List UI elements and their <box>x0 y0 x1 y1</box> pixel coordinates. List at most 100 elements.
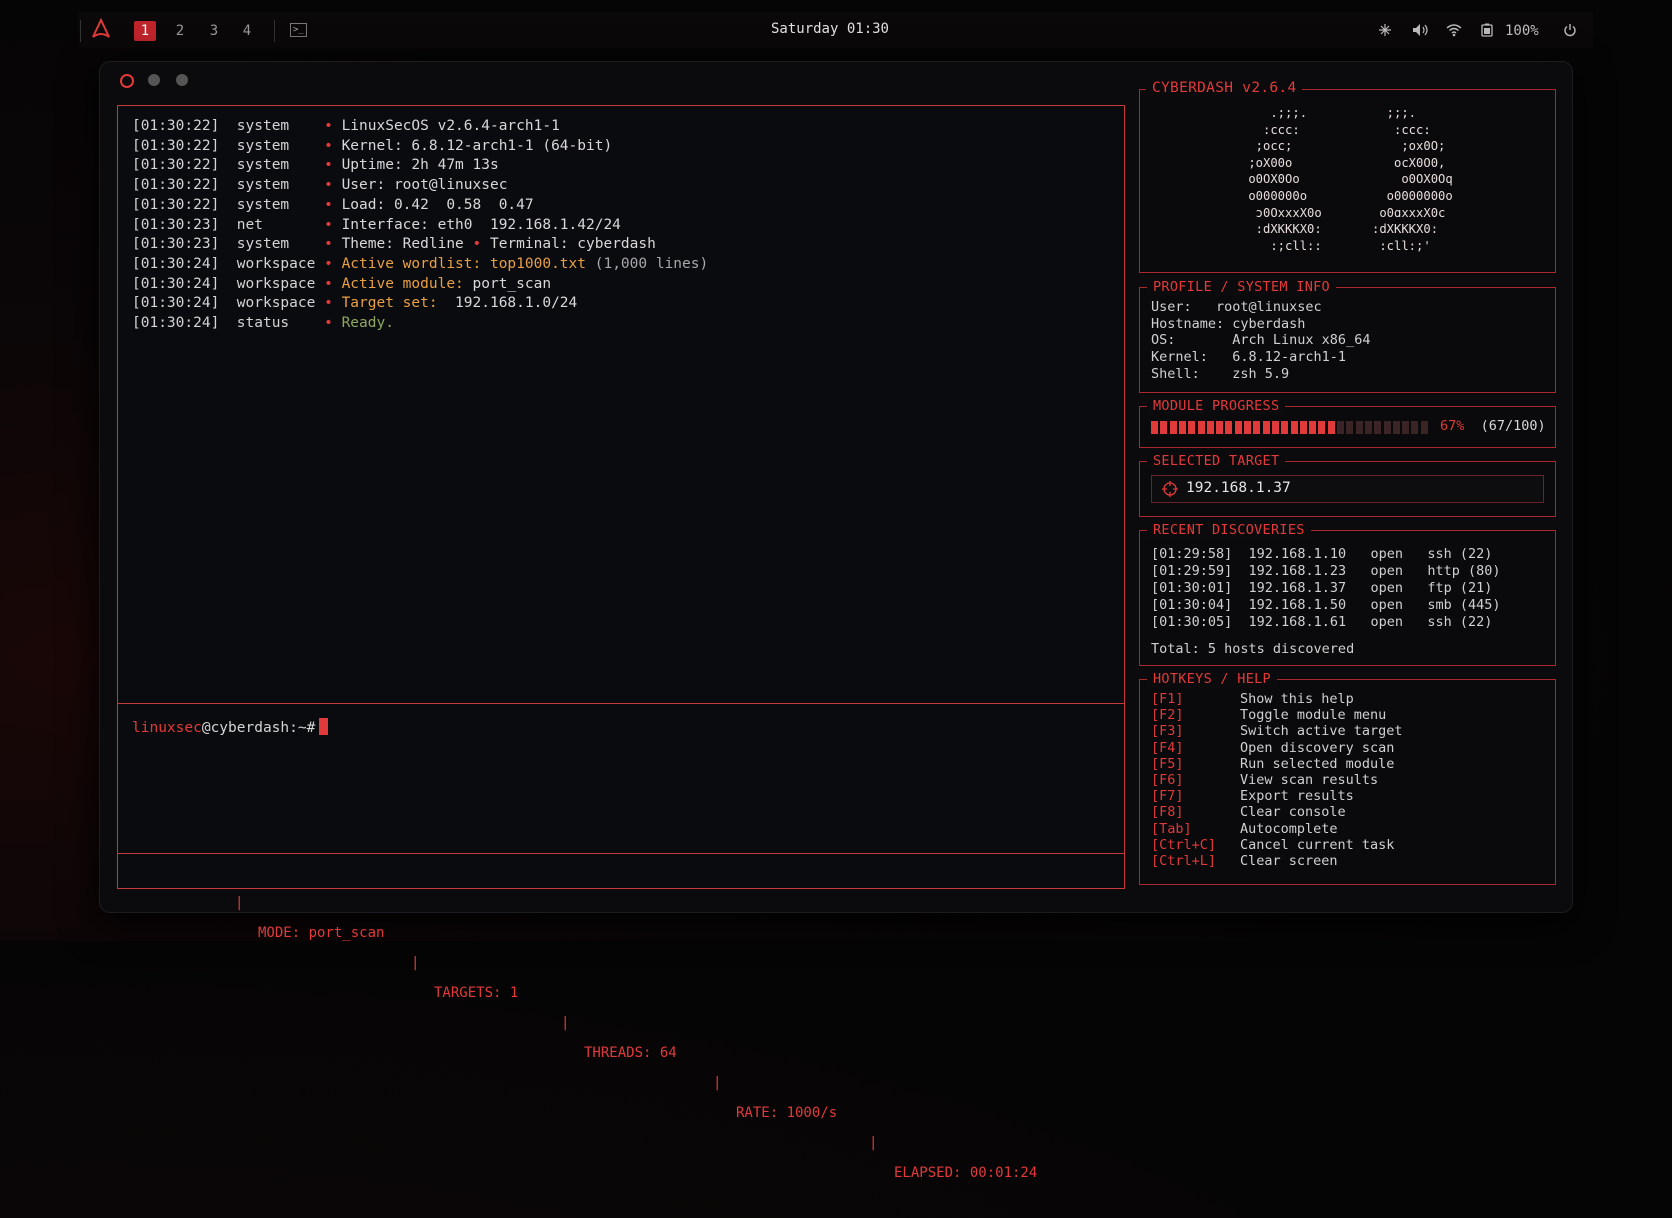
hotkey-key: [F3] <box>1151 723 1184 740</box>
status-threads: THREADS: 64 <box>584 1045 677 1061</box>
selected-target-field[interactable]: 192.168.1.37 <box>1151 475 1544 503</box>
workspace-2-button[interactable]: 2 <box>169 21 191 41</box>
prompt-host: @cyberdash:~# <box>201 720 316 736</box>
log-line: [01:30:23] net • Interface: eth0 192.168… <box>132 216 708 236</box>
hotkey-desc: View scan results <box>1240 772 1379 789</box>
progress-segment <box>1169 421 1177 434</box>
discovery-state: open <box>1370 546 1403 562</box>
hotkey-desc: Toggle module menu <box>1240 707 1387 724</box>
volume-icon[interactable] <box>1412 20 1428 42</box>
window-close-button[interactable] <box>120 74 134 88</box>
arch-logo-icon[interactable] <box>90 17 112 40</box>
discoveries-list: [01:29:58] 192.168.1.10 open ssh (22) [01… <box>1151 546 1501 631</box>
crosshair-icon <box>1162 481 1178 497</box>
selected-target-value: 192.168.1.37 <box>1186 480 1291 496</box>
discovery-service: ssh (22) <box>1427 613 1493 630</box>
log-message: Uptime: 2h 47m 13s <box>341 157 499 174</box>
hotkey-desc: Open discovery scan <box>1240 739 1395 756</box>
discovery-time: [01:30:01] <box>1151 579 1233 596</box>
wifi-icon[interactable] <box>1446 20 1462 42</box>
progress-segment <box>1374 421 1382 434</box>
log-bullet: • <box>324 315 333 332</box>
hotkey-desc: Cancel current task <box>1240 836 1395 853</box>
log-source: net <box>236 216 316 233</box>
progress-segment <box>1197 421 1205 434</box>
log-bullet: • <box>324 255 333 272</box>
hotkey-row: [Tab] Autocomplete <box>1151 821 1403 837</box>
progress-segment <box>1160 421 1168 434</box>
log-bullet: • <box>324 196 333 213</box>
status-bar: | MODE: port_scan | TARGETS: 1 | THREADS… <box>118 858 1124 1181</box>
progress-segment <box>1346 421 1354 434</box>
status-targets: TARGETS: 1 <box>434 985 519 1001</box>
log-source: system <box>236 137 316 154</box>
battery-icon[interactable] <box>1480 20 1494 42</box>
progress-segment <box>1281 421 1289 434</box>
log-bullet: • <box>324 137 333 154</box>
clock: Saturday 01:30 <box>770 21 889 37</box>
hotkey-row: [F2] Toggle module menu <box>1151 707 1403 723</box>
progress-segment <box>1318 421 1326 434</box>
command-prompt[interactable]: linuxsec@cyberdash:~# <box>132 718 329 736</box>
power-icon[interactable] <box>1563 20 1577 42</box>
progress-segment <box>1262 421 1270 434</box>
info-row: Shell: zsh 5.9 <box>1151 365 1290 382</box>
progress-panel: MODULE PROGRESS 67% (67/100) <box>1139 397 1556 448</box>
hotkeys-list: [F1] Show this help [F2] Toggle module menu… <box>1151 691 1403 869</box>
discovery-row[interactable]: [01:29:58] 192.168.1.10 open ssh (22) <box>1151 546 1501 563</box>
progress-count: (67/100) <box>1480 418 1546 434</box>
hotkeys-panel: HOTKEYS / HELP [F1] Show this help [F2] Tog… <box>1139 670 1556 885</box>
discovery-row[interactable]: [01:30:04] 192.168.1.50 open smb (445) <box>1151 597 1501 614</box>
log-timestamp: [01:30:24] <box>132 255 220 272</box>
log-timestamp: [01:30:24] <box>132 315 220 332</box>
log-message: • <box>472 236 482 253</box>
status-rate: RATE: 1000/s <box>736 1105 838 1121</box>
info-row: OS: Arch Linux x86_64 <box>1151 332 1371 349</box>
discovery-time: [01:29:58] <box>1151 546 1233 562</box>
workspace-3-button[interactable]: 3 <box>203 21 225 41</box>
discovery-time: [01:30:05] <box>1151 613 1233 630</box>
topbar-separator <box>274 20 275 42</box>
log-line: [01:30:24] status • Ready. <box>132 314 708 334</box>
discovery-state: open <box>1370 579 1403 596</box>
text-cursor <box>319 718 329 735</box>
window-minimize-button[interactable] <box>148 74 160 86</box>
log-timestamp: [01:30:23] <box>132 216 220 233</box>
hotkey-key: [F8] <box>1151 804 1184 821</box>
hotkey-desc: Switch active target <box>1240 723 1403 740</box>
target-title: SELECTED TARGET <box>1147 452 1286 470</box>
hotkey-key: [F1] <box>1151 691 1184 707</box>
terminal-icon[interactable]: >_ <box>290 23 307 37</box>
progress-segment <box>1411 421 1419 434</box>
log-line: [01:30:24] workspace • Active wordlist: … <box>132 255 708 275</box>
log-timestamp: [01:30:22] <box>132 177 220 194</box>
discovery-row[interactable]: [01:30:05] 192.168.1.61 open ssh (22) <box>1151 614 1501 631</box>
discovery-row[interactable]: [01:29:59] 192.168.1.23 open http (80) <box>1151 563 1501 580</box>
log-source: system <box>236 177 316 194</box>
log-message: User: root@linuxsec <box>341 177 508 194</box>
info-row: Kernel: 6.8.12-arch1-1 <box>1151 349 1347 366</box>
progress-segment <box>1188 421 1196 434</box>
hotkeys-title: HOTKEYS / HELP <box>1147 670 1277 688</box>
workspace-1-button[interactable]: 1 <box>134 21 156 41</box>
progress-segment <box>1271 421 1279 434</box>
workspace-4-button[interactable]: 4 <box>236 21 258 41</box>
info-row: User: root@linuxsec <box>1151 299 1322 315</box>
terminal-pane[interactable]: [01:30:22] system • LinuxSecOS v2.6.4-ar… <box>117 105 1125 1181</box>
network-icon[interactable] <box>1378 20 1392 42</box>
log-line: [01:30:24] workspace • Target set: 192.1… <box>132 294 708 314</box>
log-bullet: • <box>324 177 333 194</box>
log-message: Terminal: cyberdash <box>481 236 656 253</box>
discovery-row[interactable]: [01:30:01] 192.168.1.37 open ftp (21) <box>1151 580 1501 597</box>
hotkey-desc: Show this help <box>1240 691 1354 707</box>
log-source: workspace <box>236 255 316 272</box>
log-bullet: • <box>324 216 333 233</box>
window-maximize-button[interactable] <box>176 74 188 86</box>
hotkey-key: [Tab] <box>1151 820 1192 837</box>
log-message: (1,000 lines) <box>586 255 709 272</box>
log-message: Target set: <box>341 295 438 312</box>
hotkey-desc: Autocomplete <box>1240 820 1338 837</box>
log-source: system <box>236 196 316 213</box>
discovery-ip: 192.168.1.37 <box>1248 579 1347 596</box>
progress-segment <box>1392 421 1400 434</box>
